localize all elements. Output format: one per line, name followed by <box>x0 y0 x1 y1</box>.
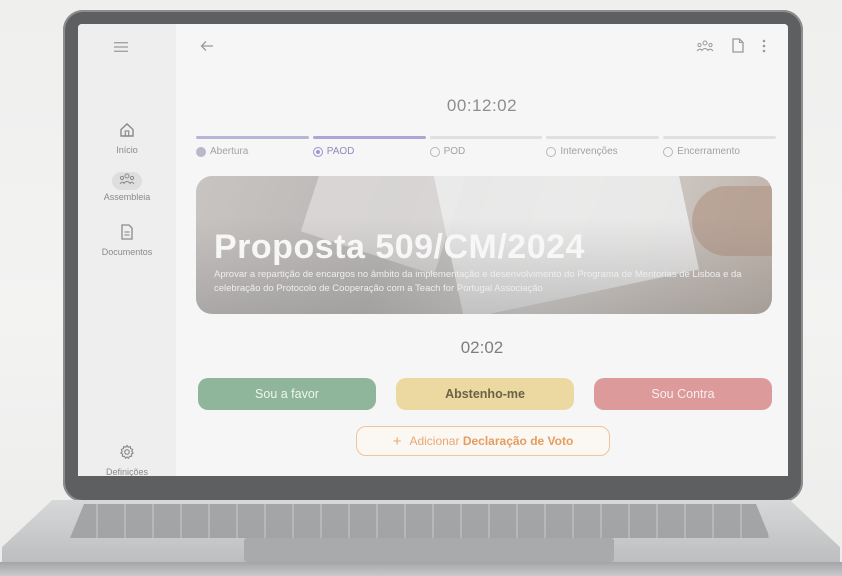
home-icon <box>119 122 135 143</box>
step-progress-bar <box>663 136 776 139</box>
step-pod[interactable]: POD <box>429 136 543 157</box>
step-label: PAOD <box>326 146 355 157</box>
step-progress-bar <box>196 136 309 139</box>
sidebar-item-label: Definições <box>105 467 149 476</box>
step-label-wrap: PAOD <box>312 146 426 157</box>
step-label: Encerramento <box>677 146 740 157</box>
vote-abstain-button[interactable]: Abstenho-me <box>396 378 574 410</box>
sidebar-item-assembleia[interactable]: Assembleia <box>78 172 176 202</box>
sidebar-item-label: Assembleia <box>103 192 151 202</box>
gear-icon <box>119 444 135 465</box>
step-progress-bar <box>546 136 660 139</box>
arrow-left-icon[interactable] <box>200 36 214 57</box>
main-content: 00:12:02 Abertura PAOD POD Intervenções … <box>176 24 788 476</box>
proposal-title: Proposta 509/CM/2024 <box>214 228 585 266</box>
menu-icon[interactable] <box>114 40 128 58</box>
radio-empty-icon <box>663 146 674 157</box>
vote-against-button[interactable]: Sou Contra <box>594 378 772 410</box>
proposal-description: Aprovar a repartição de encargos no âmbi… <box>214 269 742 294</box>
file-icon[interactable] <box>732 38 744 58</box>
sidebar-item-definicoes[interactable]: Definições <box>78 444 176 476</box>
step-paod[interactable]: PAOD <box>312 136 426 157</box>
vote-favor-button[interactable]: Sou a favor <box>198 378 376 410</box>
people-icon[interactable] <box>696 39 714 57</box>
vote-timer: 02:02 <box>460 338 504 357</box>
sidebar: Início Assembleia Documentos Definições <box>78 24 176 476</box>
check-circle-icon <box>196 146 206 157</box>
session-steps: Abertura PAOD POD Intervenções Encerrame… <box>196 136 776 157</box>
laptop-front-edge <box>0 562 842 576</box>
step-label: POD <box>443 146 466 157</box>
step-label-wrap: Abertura <box>196 146 309 157</box>
more-vertical-icon[interactable] <box>762 39 766 58</box>
sidebar-item-inicio[interactable]: Início <box>78 122 176 155</box>
step-label-wrap: Encerramento <box>663 146 776 157</box>
radio-empty-icon <box>429 146 440 157</box>
radio-selected-icon <box>312 146 323 157</box>
declaration-prefix: Adicionar <box>409 434 460 448</box>
sidebar-item-label: Início <box>116 145 138 155</box>
step-progress-bar <box>429 136 543 139</box>
sidebar-item-label: Documentos <box>101 247 153 257</box>
step-intervencoes[interactable]: Intervenções <box>546 136 660 157</box>
step-progress-bar <box>312 136 426 139</box>
document-icon <box>120 224 134 245</box>
laptop-trackpad <box>244 538 614 562</box>
vote-buttons: Sou a favor Abstenho-me Sou Contra <box>198 378 772 410</box>
add-declaration-button[interactable]: + Adicionar Declaração de Voto <box>356 426 610 456</box>
people-icon <box>112 172 142 190</box>
laptop-keyboard <box>70 504 770 538</box>
sidebar-item-documentos[interactable]: Documentos <box>78 224 176 257</box>
declaration-label: Declaração de Voto <box>462 434 574 448</box>
radio-empty-icon <box>546 146 557 157</box>
step-label-wrap: POD <box>429 146 543 157</box>
plus-icon: + <box>392 433 402 450</box>
step-abertura[interactable]: Abertura <box>196 136 309 157</box>
app-screen: Início Assembleia Documentos Definições <box>78 24 788 476</box>
step-label-wrap: Intervenções <box>546 146 659 157</box>
top-actions <box>696 38 766 58</box>
step-label: Intervenções <box>560 146 618 157</box>
step-encerramento[interactable]: Encerramento <box>663 136 776 157</box>
session-timer: 00:12:02 <box>446 96 518 115</box>
step-label: Abertura <box>210 146 249 157</box>
proposal-card: Proposta 509/CM/2024 Aprovar a repartiçã… <box>196 176 772 314</box>
